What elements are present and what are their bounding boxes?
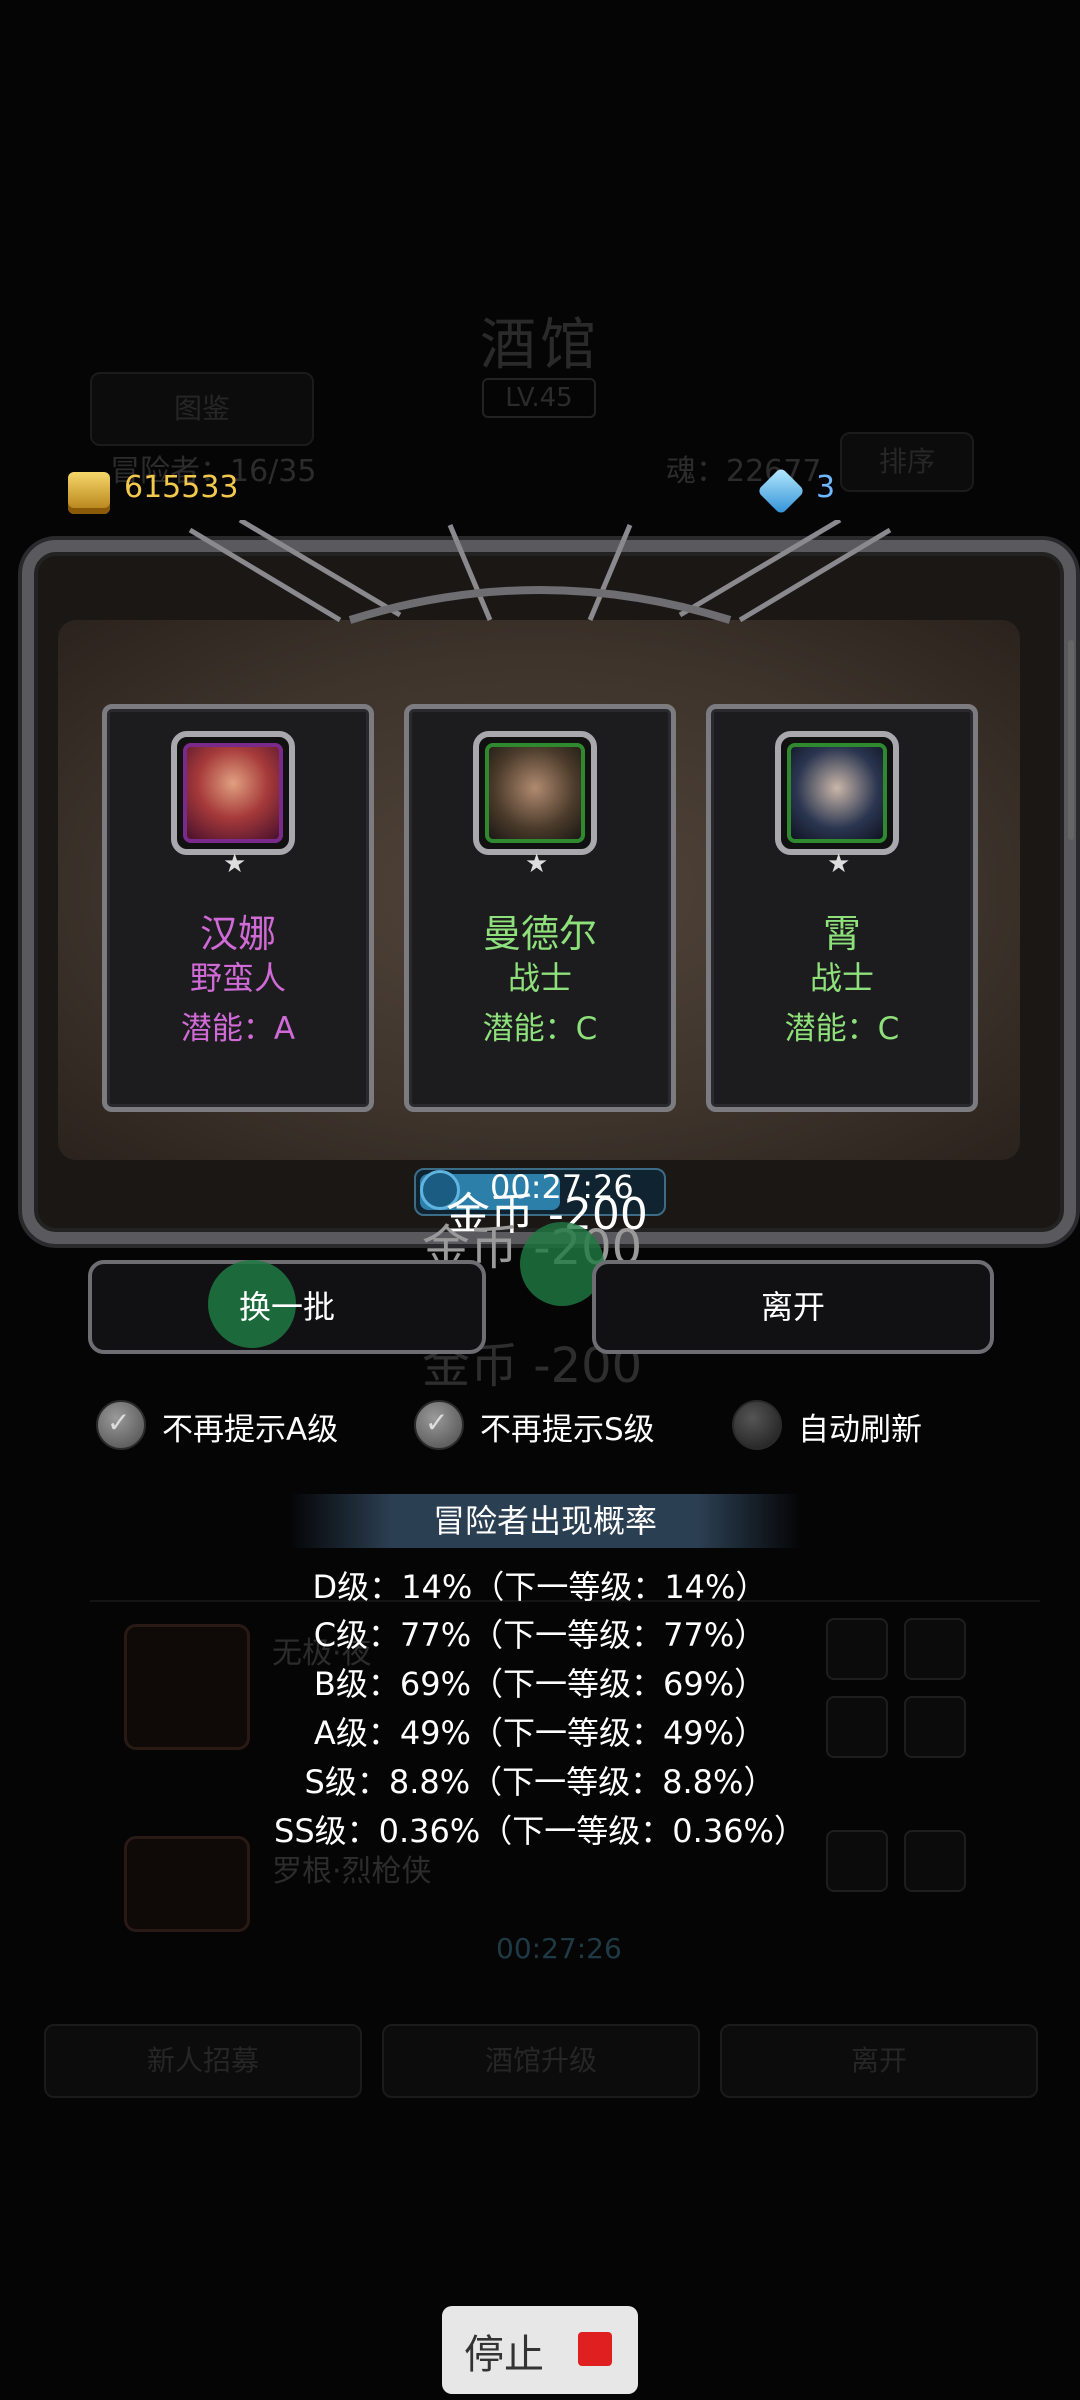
checkbox-icon[interactable] bbox=[96, 1400, 146, 1450]
hero-portrait bbox=[485, 743, 585, 843]
star-icon: ★ bbox=[525, 849, 549, 879]
hero-potential: 潜能：A bbox=[180, 1011, 296, 1047]
probability-line: A级：49%（下一等级：49%） bbox=[313, 1714, 767, 1752]
bg-timer: 00:27:26 bbox=[496, 1932, 622, 1965]
stop-icon bbox=[578, 2332, 612, 2366]
hero-class: 战士 bbox=[809, 959, 874, 997]
portrait-frame bbox=[775, 731, 899, 855]
probability-line: B级：69%（下一等级：69%） bbox=[313, 1665, 767, 1703]
option-label: 不再提示S级 bbox=[480, 1412, 655, 1448]
bg-upgrade-button: 酒馆升级 bbox=[382, 2024, 700, 2098]
checkbox-icon[interactable] bbox=[732, 1400, 782, 1450]
probability-line: D级：14%（下一等级：14%） bbox=[312, 1568, 768, 1606]
probability-title: 冒险者出现概率 bbox=[290, 1494, 800, 1548]
option-auto-refresh[interactable]: 自动刷新 bbox=[732, 1400, 962, 1450]
hero-potential: 潜能：C bbox=[482, 1011, 598, 1047]
hero-class: 战士 bbox=[507, 959, 572, 997]
refresh-batch-label: 换一批 bbox=[238, 1288, 335, 1326]
hero-name: 霄 bbox=[822, 912, 861, 956]
option-label: 自动刷新 bbox=[798, 1412, 922, 1448]
bg-row-name: 罗根·烈枪侠 bbox=[272, 1854, 432, 1889]
probability-line: C级：77%（下一等级：77%） bbox=[313, 1616, 767, 1654]
tavern-title: 酒馆 bbox=[480, 313, 600, 378]
refresh-batch-button[interactable]: 换一批 bbox=[88, 1260, 486, 1354]
checkbox-icon[interactable] bbox=[414, 1400, 464, 1450]
gold-coin-icon bbox=[68, 472, 110, 514]
bg-recruit-button: 新人招募 bbox=[44, 2024, 362, 2098]
portrait-frame bbox=[171, 731, 295, 855]
hero-portrait bbox=[183, 743, 283, 843]
panel-spikes-ornament bbox=[188, 520, 892, 624]
tavern-level: LV.45 bbox=[482, 378, 596, 418]
hero-name: 曼德尔 bbox=[482, 912, 597, 956]
hero-portrait bbox=[787, 743, 887, 843]
option-no-prompt-s[interactable]: 不再提示S级 bbox=[414, 1400, 714, 1450]
probability-line: SS级：0.36%（下一等级：0.36%） bbox=[274, 1812, 806, 1850]
hero-name: 汉娜 bbox=[199, 912, 276, 956]
star-icon: ★ bbox=[223, 849, 247, 879]
star-icon: ★ bbox=[827, 849, 851, 879]
bg-sort-button: 排序 bbox=[840, 432, 974, 492]
portrait-frame bbox=[473, 731, 597, 855]
bg-leave-button: 离开 bbox=[720, 2024, 1038, 2098]
hero-potential: 潜能：C bbox=[784, 1011, 900, 1047]
option-no-prompt-a[interactable]: 不再提示A级 bbox=[96, 1400, 396, 1450]
stop-label: 停止 bbox=[464, 2332, 544, 2378]
recruit-card-mandel[interactable]: ★ 曼德尔 战士 潜能：C bbox=[404, 704, 676, 1112]
bg-codex-button: 图鉴 bbox=[90, 372, 314, 446]
gem-amount: 3 bbox=[816, 470, 836, 505]
recruit-card-hanna[interactable]: ★ 汉娜 野蛮人 潜能：A bbox=[102, 704, 374, 1112]
hero-class: 野蛮人 bbox=[189, 959, 286, 997]
stop-recording-button[interactable]: 停止 bbox=[442, 2306, 638, 2394]
scrollbar[interactable] bbox=[1068, 640, 1074, 840]
probability-line: S级：8.8%（下一等级：8.8%） bbox=[304, 1763, 776, 1801]
leave-button[interactable]: 离开 bbox=[592, 1260, 994, 1354]
gold-amount: 615533 bbox=[124, 470, 239, 505]
recruit-card-xiao[interactable]: ★ 霄 战士 潜能：C bbox=[706, 704, 978, 1112]
option-label: 不再提示A级 bbox=[162, 1412, 339, 1448]
